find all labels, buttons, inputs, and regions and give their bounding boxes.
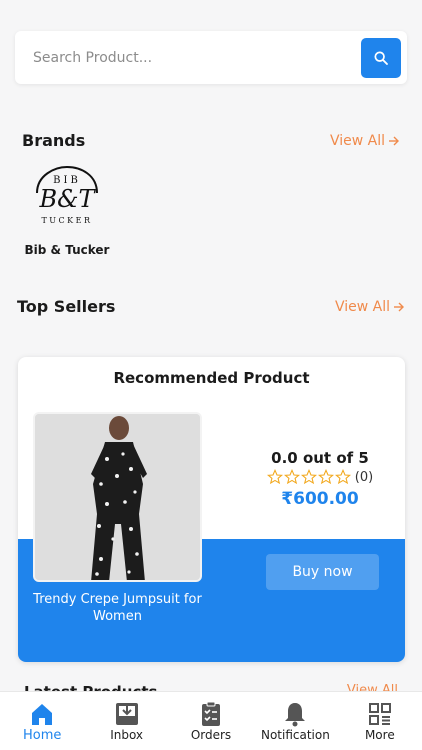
search-icon bbox=[374, 51, 388, 65]
top-sellers-view-all-label: View All bbox=[334, 298, 390, 315]
orders-icon bbox=[202, 701, 221, 726]
tab-notification[interactable]: Notification bbox=[253, 692, 337, 750]
brand-name: Bib & Tucker bbox=[24, 243, 110, 257]
brands-title: Brands bbox=[22, 131, 86, 150]
star-rating: (0) bbox=[240, 469, 400, 485]
recommended-product-card[interactable]: Recommended Product Trendy Crepe Jumpsui… bbox=[18, 357, 405, 662]
inbox-icon bbox=[115, 703, 138, 725]
rating-text: 0.0 out of 5 bbox=[271, 449, 369, 467]
product-image[interactable] bbox=[33, 412, 202, 582]
product-price: ₹600.00 bbox=[281, 489, 359, 509]
svg-text:B&T: B&T bbox=[38, 185, 96, 213]
brands-view-all-link[interactable]: View All bbox=[330, 133, 400, 149]
buy-now-button[interactable]: Buy now bbox=[266, 554, 379, 590]
tab-inbox-label: Inbox bbox=[110, 728, 144, 742]
search-bar bbox=[15, 31, 407, 84]
bottom-tab-bar: Home Inbox Orders Notification More bbox=[0, 691, 422, 750]
brand-card-bib-tucker[interactable]: BIB B&T TUCKER Bib & Tucker bbox=[22, 163, 112, 257]
star-empty-icon bbox=[300, 469, 317, 485]
tab-home-label: Home bbox=[23, 728, 62, 743]
top-sellers-title: Top Sellers bbox=[17, 297, 116, 316]
tab-more-label: More bbox=[364, 728, 395, 742]
tab-orders-label: Orders bbox=[190, 728, 232, 742]
grid-icon bbox=[368, 703, 391, 725]
star-empty-icon bbox=[317, 469, 334, 485]
rating-block: 0.0 out of 5 (0) ₹600.00 bbox=[240, 449, 400, 509]
search-input[interactable] bbox=[15, 31, 407, 84]
tab-more[interactable]: More bbox=[338, 692, 422, 750]
top-sellers-header: Top Sellers View All bbox=[0, 297, 422, 316]
svg-text:TUCKER: TUCKER bbox=[41, 216, 92, 225]
tab-orders[interactable]: Orders bbox=[169, 692, 253, 750]
home-icon bbox=[32, 704, 53, 725]
product-name[interactable]: Trendy Crepe Jumpsuit for Women bbox=[33, 591, 202, 625]
star-empty-icon bbox=[266, 469, 283, 485]
star-empty-icon bbox=[334, 469, 351, 485]
status-bar bbox=[0, 0, 422, 22]
recommended-title: Recommended Product bbox=[113, 369, 310, 387]
brands-view-all-label: View All bbox=[329, 132, 385, 149]
review-count: (0) bbox=[354, 469, 374, 485]
tab-notification-label: Notification bbox=[260, 728, 330, 742]
brands-header: Brands View All bbox=[0, 131, 422, 150]
search-button[interactable] bbox=[361, 38, 401, 78]
arrow-right-icon bbox=[389, 136, 399, 145]
tab-inbox[interactable]: Inbox bbox=[84, 692, 168, 750]
tab-home[interactable]: Home bbox=[0, 692, 84, 750]
star-empty-icon bbox=[283, 469, 300, 485]
top-sellers-view-all-link[interactable]: View All bbox=[335, 299, 405, 315]
arrow-right-icon bbox=[394, 302, 404, 311]
bell-icon bbox=[285, 703, 306, 727]
brand-logo: BIB B&T TUCKER bbox=[29, 163, 105, 229]
